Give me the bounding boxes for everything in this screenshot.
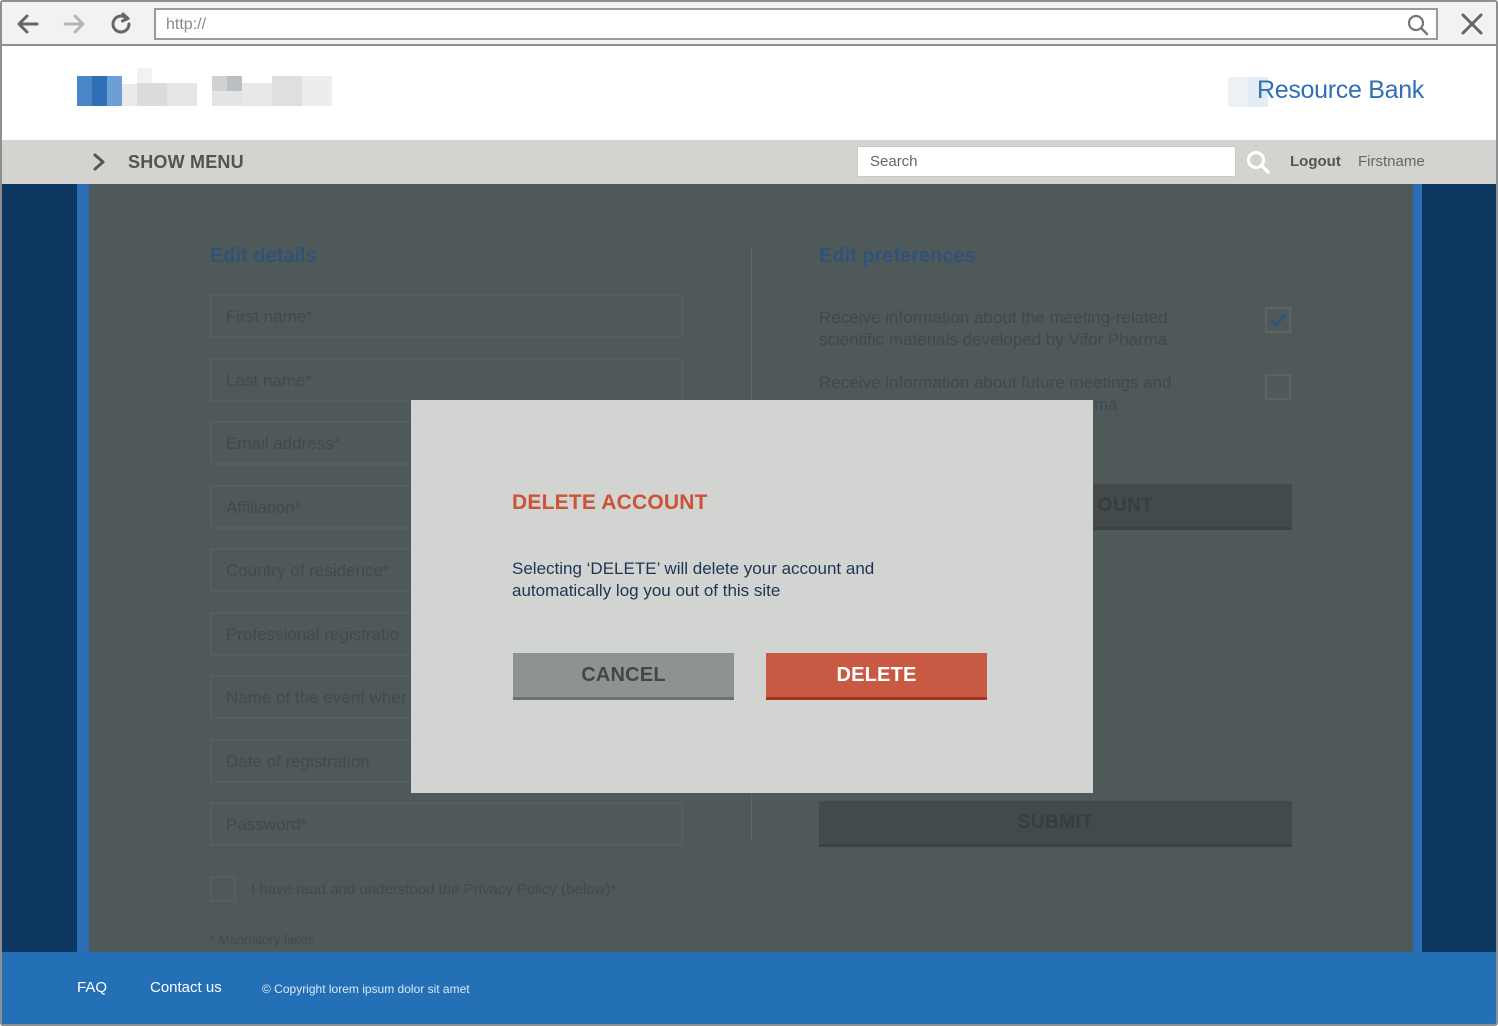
search-field[interactable] <box>857 146 1236 177</box>
left-accent-stripe <box>77 184 89 952</box>
pref-scientific-label: Receive information about the meeting-re… <box>819 308 1168 349</box>
cancel-label: CANCEL <box>581 663 666 686</box>
copyright-text: © Copyright lorem ipsum dolor sit amet <box>262 982 470 996</box>
contact-link[interactable]: Contact us <box>150 979 222 996</box>
logout-link[interactable]: Logout <box>1290 153 1341 170</box>
modal-title: DELETE ACCOUNT <box>512 491 708 514</box>
search-icon[interactable] <box>1406 13 1430 37</box>
search-icon[interactable] <box>1245 149 1271 175</box>
left-sidebar <box>2 184 77 952</box>
right-sidebar <box>1422 184 1496 952</box>
show-menu-button[interactable]: SHOW MENU <box>88 140 244 184</box>
user-name-link[interactable]: Firstname <box>1358 153 1425 170</box>
edit-details-title: Edit details <box>210 245 317 267</box>
modal-message: Selecting ‘DELETE’ will delete your acco… <box>512 559 875 600</box>
forward-arrow-icon[interactable] <box>58 8 90 40</box>
delete-button[interactable]: DELETE <box>766 653 987 700</box>
search-input[interactable] <box>858 147 1235 176</box>
delete-account-label: OUNT <box>1097 494 1154 516</box>
submit-label: SUBMIT <box>1017 811 1094 833</box>
browser-toolbar: http:// <box>2 2 1496 46</box>
privacy-checkbox[interactable] <box>210 876 236 902</box>
menu-bar: SHOW MENU Logout Firstname <box>2 140 1496 184</box>
url-text: http:// <box>166 16 207 33</box>
edit-preferences-title: Edit preferences <box>819 245 976 267</box>
chevron-right-icon <box>93 153 105 171</box>
back-arrow-icon[interactable] <box>12 8 44 40</box>
delete-account-modal: DELETE ACCOUNT Selecting ‘DELETE’ will d… <box>411 400 1093 793</box>
first-name-field[interactable]: First name* <box>210 294 683 338</box>
pref-meetings-label: Receive information about future meeting… <box>819 373 1172 392</box>
pref-meetings-label-tail: ma <box>1094 395 1118 414</box>
mandatory-note: * Mandatory fields <box>210 932 315 947</box>
brand-name[interactable]: Resource Bank <box>1257 76 1424 105</box>
submit-button[interactable]: SUBMIT <box>819 801 1292 847</box>
address-bar[interactable]: http:// <box>154 8 1438 40</box>
footer: FAQ Contact us © Copyright lorem ipsum d… <box>2 952 1496 1024</box>
browser-window: http:// Resource Bank SHOW MENU Search L… <box>0 0 1498 1026</box>
faq-link[interactable]: FAQ <box>77 979 107 996</box>
show-menu-label: SHOW MENU <box>128 151 244 172</box>
checkmark-icon <box>1269 313 1287 328</box>
close-icon[interactable] <box>1458 10 1486 38</box>
last-name-field[interactable]: Last name* <box>210 358 683 402</box>
pref-scientific-checkbox[interactable] <box>1265 307 1291 333</box>
reload-icon[interactable] <box>105 8 137 40</box>
pref-meetings-checkbox[interactable] <box>1265 374 1291 400</box>
cancel-button[interactable]: CANCEL <box>513 653 734 700</box>
delete-label: DELETE <box>836 663 917 686</box>
site-header: Resource Bank <box>2 46 1496 140</box>
privacy-label: I have read and understood the Privacy P… <box>251 881 617 898</box>
password-field[interactable]: Password* <box>210 802 683 846</box>
